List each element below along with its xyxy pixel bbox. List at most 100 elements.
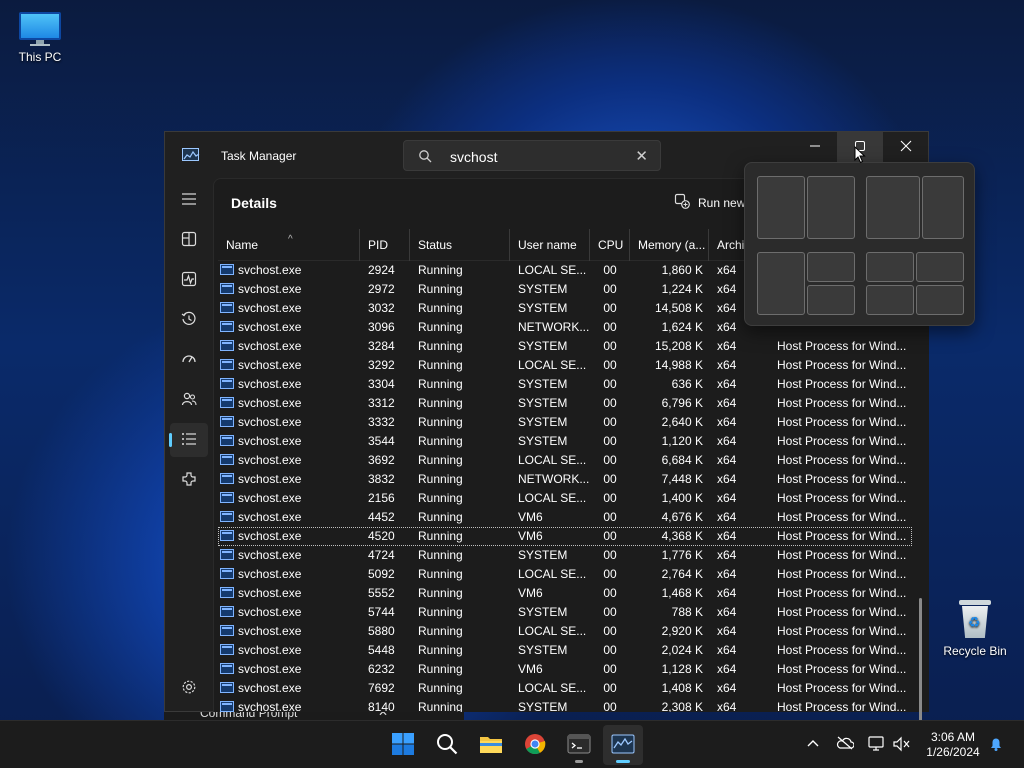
cell-name: svchost.exe (220, 603, 358, 622)
table-row[interactable]: svchost.exe 5880 Running LOCAL SE... 00 2,920… (218, 622, 912, 641)
taskbar-terminal-button[interactable] (559, 725, 599, 765)
snap-layout-quad-bottom-left[interactable] (866, 285, 914, 315)
minimize-button[interactable] (792, 132, 838, 162)
cell-user-name: LOCAL SE... (518, 567, 587, 581)
nav-item-app-history[interactable] (170, 303, 208, 337)
taskbar: 3:06 AM 1/26/2024 (0, 720, 1024, 768)
cell-pid: 3544 (368, 434, 395, 448)
cell-name: svchost.exe (220, 489, 358, 508)
snap-layout-quad-bottom-right[interactable] (916, 285, 964, 315)
cell-architecture: x64 (717, 662, 737, 676)
cell-architecture: x64 (717, 643, 737, 657)
close-window-button[interactable] (883, 132, 929, 162)
nav-item-users[interactable] (170, 383, 208, 417)
table-row[interactable]: svchost.exe 5448 Running SYSTEM 00 2,024 K x64… (218, 641, 912, 660)
cell-status: Running (418, 700, 463, 712)
table-row[interactable]: svchost.exe 8140 Running SYSTEM 00 2,308 K x64… (218, 698, 912, 712)
close-icon[interactable]: ✕ (635, 147, 648, 165)
search-input[interactable]: svchost (450, 149, 497, 165)
search-icon (436, 733, 458, 758)
snap-layout-top-right[interactable] (807, 252, 855, 282)
table-row[interactable]: svchost.exe 5552 Running VM6 00 1,468 K x64 Hos… (218, 584, 912, 603)
table-row[interactable]: svchost.exe 4724 Running SYSTEM 00 1,776 K x64… (218, 546, 912, 565)
nav-menu-button[interactable] (170, 183, 208, 217)
snap-layout-wide-left[interactable] (866, 176, 920, 239)
table-row[interactable]: svchost.exe 3312 Running SYSTEM 00 6,796 K x64… (218, 394, 912, 413)
table-row[interactable]: svchost.exe 3692 Running LOCAL SE... 00 6,684… (218, 451, 912, 470)
taskbar-chrome-button[interactable] (515, 725, 555, 765)
column-header-status[interactable]: Status (410, 229, 510, 261)
cell-pid: 3292 (368, 358, 395, 372)
run-new-task-button[interactable]: Run new (674, 193, 745, 212)
onedrive-icon[interactable] (836, 736, 855, 753)
nav-item-startup-apps[interactable] (170, 343, 208, 377)
taskbar-search-button[interactable] (427, 725, 467, 765)
table-row[interactable]: svchost.exe 3284 Running SYSTEM 00 15,208 K x6… (218, 337, 912, 356)
desktop-icon-recycle-bin[interactable]: ♻ Recycle Bin (935, 598, 1015, 658)
cell-status: Running (418, 396, 463, 410)
cell-name: svchost.exe (220, 356, 358, 375)
cell-user-name: VM6 (518, 662, 543, 676)
snap-layout-quad-top-left[interactable] (866, 252, 914, 282)
nav-item-processes[interactable] (170, 223, 208, 257)
snap-layout-half-right[interactable] (807, 176, 855, 239)
cell-description: Host Process for Wind... (777, 624, 907, 638)
table-row[interactable]: svchost.exe 6232 Running VM6 00 1,128 K x64 Hos… (218, 660, 912, 679)
cell-name: svchost.exe (220, 451, 358, 470)
table-row[interactable]: svchost.exe 2156 Running LOCAL SE... 00 1,400… (218, 489, 912, 508)
volume-muted-icon[interactable] (893, 736, 911, 755)
nav-item-services[interactable] (170, 463, 208, 497)
page-title: Details (231, 195, 277, 211)
process-icon (220, 644, 234, 655)
table-row[interactable]: svchost.exe 3304 Running SYSTEM 00 636 K x64 Ho… (218, 375, 912, 394)
snap-layout-quad-top-right[interactable] (916, 252, 964, 282)
cell-cpu: 00 (603, 491, 617, 505)
cell-cpu: 00 (603, 415, 617, 429)
table-row[interactable]: svchost.exe 4452 Running VM6 00 4,676 K x64 Hos… (218, 508, 912, 527)
network-icon[interactable] (868, 736, 886, 755)
snap-layout-bottom-right[interactable] (807, 285, 855, 315)
clock-time: 3:06 AM (930, 730, 976, 744)
column-header-user-name[interactable]: User name (510, 229, 590, 261)
column-header-cpu[interactable]: CPU (590, 229, 630, 261)
snap-layout-narrow-right[interactable] (922, 176, 964, 239)
cell-cpu: 00 (603, 586, 617, 600)
startup-apps-icon (181, 351, 197, 370)
table-row[interactable]: svchost.exe 3832 Running NETWORK... 00 7,448 … (218, 470, 912, 489)
snap-layout-half-left[interactable] (757, 176, 805, 239)
table-row[interactable]: svchost.exe 3544 Running SYSTEM 00 1,120 K x64… (218, 432, 912, 451)
desktop-icon-this-pc[interactable]: This PC (0, 12, 80, 64)
nav-item-details[interactable] (169, 423, 208, 457)
table-row[interactable]: svchost.exe 4520 Running VM6 00 4,368 K x64 Hos… (218, 527, 912, 546)
cell-architecture: x64 (717, 453, 737, 467)
cell-user-name: LOCAL SE... (518, 263, 587, 277)
table-row[interactable]: svchost.exe 5744 Running SYSTEM 00 788 K x64 Ho… (218, 603, 912, 622)
table-row[interactable]: svchost.exe 3292 Running LOCAL SE... 00 14,98… (218, 356, 912, 375)
notifications-icon[interactable] (988, 736, 1004, 755)
nav-item-settings[interactable] (170, 671, 208, 705)
taskbar-file-explorer-button[interactable] (471, 725, 511, 765)
table-row[interactable]: svchost.exe 7692 Running LOCAL SE... 00 1,408… (218, 679, 912, 698)
close-icon (900, 139, 912, 155)
cell-status: Running (418, 662, 463, 676)
column-header-pid[interactable]: PID (360, 229, 410, 261)
cell-pid: 3312 (368, 396, 395, 410)
cell-memory: 788 K (671, 605, 703, 619)
column-header-name[interactable]: ^ Name (218, 229, 360, 261)
cell-cpu: 00 (603, 643, 617, 657)
column-header-memory[interactable]: Memory (a... (630, 229, 709, 261)
process-icon (220, 454, 234, 465)
chevron-up-icon[interactable] (806, 736, 820, 753)
cell-memory: 1,468 K (661, 586, 703, 600)
table-row[interactable]: svchost.exe 3332 Running SYSTEM 00 2,640 K x64… (218, 413, 912, 432)
snap-layout-left-column[interactable] (757, 252, 805, 315)
search-box[interactable]: svchost ✕ (403, 140, 661, 171)
taskbar-start-button[interactable] (383, 725, 423, 765)
taskbar-task-manager-button[interactable] (603, 725, 643, 765)
table-row[interactable]: svchost.exe 5092 Running LOCAL SE... 00 2,764… (218, 565, 912, 584)
window-title: Task Manager (221, 149, 297, 163)
cell-cpu: 00 (603, 548, 617, 562)
system-clock[interactable]: 3:06 AM 1/26/2024 (920, 730, 986, 760)
cell-user-name: LOCAL SE... (518, 491, 587, 505)
nav-item-performance[interactable] (170, 263, 208, 297)
